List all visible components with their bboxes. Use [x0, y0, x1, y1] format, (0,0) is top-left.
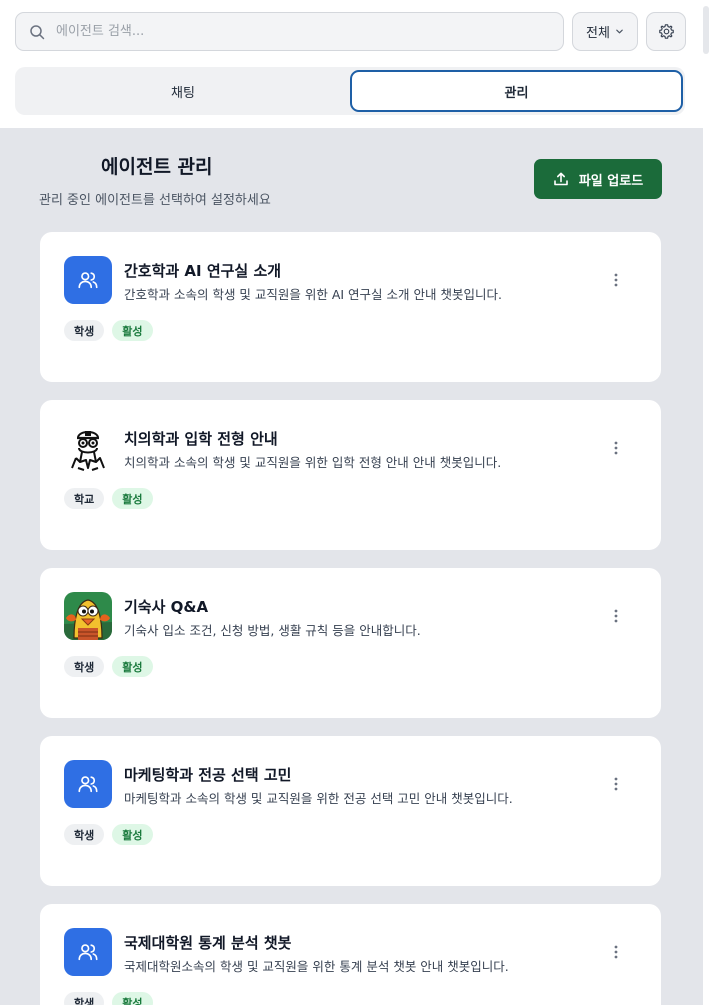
chevron-down-icon: [616, 29, 623, 34]
agent-avatar: [64, 424, 112, 472]
status-badge: 활성: [112, 656, 153, 677]
agent-name: 치의학과 입학 전형 안내: [124, 430, 278, 448]
category-badge: 학교: [64, 488, 105, 509]
bird-character-icon: [64, 592, 112, 640]
top-bar: 전체 채팅 관리: [0, 0, 710, 128]
settings-button[interactable]: [646, 12, 686, 51]
agent-avatar: [64, 592, 112, 640]
category-badge: 학생: [64, 824, 105, 845]
agent-name: 간호학과 AI 연구실 소개: [124, 262, 282, 280]
category-badge: 학생: [64, 992, 105, 1005]
agent-card[interactable]: 치의학과 입학 전형 안내 치의학과 소속의 학생 및 교직원을 위한 입학 전…: [40, 400, 661, 550]
agent-card[interactable]: 마케팅학과 전공 선택 고민 마케팅학과 소속의 학생 및 교직원을 위한 전공…: [40, 736, 661, 886]
category-badge: 학생: [64, 320, 105, 341]
agent-avatar: [64, 760, 112, 808]
upload-file-button[interactable]: 파일 업로드: [534, 159, 662, 199]
tab-chat[interactable]: 채팅: [18, 70, 348, 112]
upload-button-label: 파일 업로드: [578, 173, 644, 189]
agent-tags: 학생 활성: [64, 824, 153, 845]
agent-description: 기숙사 입소 조건, 신청 방법, 생활 규칙 등을 안내합니다.: [124, 623, 421, 638]
filter-label: 전체: [586, 26, 610, 41]
agent-card[interactable]: 기숙사 Q&A 기숙사 입소 조건, 신청 방법, 생활 규칙 등을 안내합니다…: [40, 568, 661, 718]
agent-avatar: [64, 928, 112, 976]
upload-icon: [554, 172, 568, 186]
more-vertical-icon: [614, 609, 618, 623]
agent-card[interactable]: 간호학과 AI 연구실 소개 간호학과 소속의 학생 및 교직원을 위한 AI …: [40, 232, 661, 382]
agent-tags: 학교 활성: [64, 488, 153, 509]
more-options-button[interactable]: [602, 770, 630, 798]
agent-tags: 학생 활성: [64, 656, 153, 677]
status-badge: 활성: [112, 992, 153, 1005]
agent-avatar: [64, 256, 112, 304]
agent-name: 기숙사 Q&A: [124, 598, 209, 616]
status-badge: 활성: [112, 320, 153, 341]
status-badge: 활성: [112, 824, 153, 845]
category-badge: 학생: [64, 656, 105, 677]
tab-manage[interactable]: 관리: [350, 70, 683, 112]
agent-name: 마케팅학과 전공 선택 고민: [124, 766, 292, 784]
agent-tags: 학생 활성: [64, 992, 153, 1005]
filter-dropdown[interactable]: 전체: [572, 12, 638, 51]
users-icon: [78, 776, 98, 793]
more-vertical-icon: [614, 777, 618, 791]
page-subtitle: 관리 중인 에이전트를 선택하여 설정하세요: [39, 193, 271, 208]
agent-card[interactable]: 국제대학원 통계 분석 챗봇 국제대학원소속의 학생 및 교직원을 위한 통계 …: [40, 904, 661, 1005]
more-options-button[interactable]: [602, 938, 630, 966]
search-input[interactable]: [56, 13, 556, 50]
agent-description: 국제대학원소속의 학생 및 교직원을 위한 통계 분석 챗봇 안내 챗봇입니다.: [124, 959, 509, 974]
more-options-button[interactable]: [602, 602, 630, 630]
agent-description: 간호학과 소속의 학생 및 교직원을 위한 AI 연구실 소개 안내 챗봇입니다…: [124, 287, 502, 302]
users-icon: [78, 272, 98, 289]
agent-name: 국제대학원 통계 분석 챗봇: [124, 934, 292, 952]
agent-tags: 학생 활성: [64, 320, 153, 341]
status-badge: 활성: [112, 488, 153, 509]
more-vertical-icon: [614, 441, 618, 455]
agent-description: 치의학과 소속의 학생 및 교직원을 위한 입학 전형 안내 안내 챗봇입니다.: [124, 455, 502, 470]
view-tabs: 채팅 관리: [15, 67, 685, 115]
page-title: 에이전트 관리: [101, 156, 213, 178]
search-icon: [30, 25, 45, 40]
doctor-character-icon: [64, 424, 112, 472]
more-options-button[interactable]: [602, 266, 630, 294]
search-box[interactable]: [15, 12, 564, 51]
agent-description: 마케팅학과 소속의 학생 및 교직원을 위한 전공 선택 고민 안내 챗봇입니다…: [124, 791, 513, 806]
more-vertical-icon: [614, 945, 618, 959]
scrollbar[interactable]: [703, 6, 709, 54]
more-vertical-icon: [614, 273, 618, 287]
management-panel: 에이전트 관리 관리 중인 에이전트를 선택하여 설정하세요 파일 업로드 간호…: [0, 128, 703, 1005]
gear-icon: [658, 24, 674, 39]
users-icon: [78, 944, 98, 961]
more-options-button[interactable]: [602, 434, 630, 462]
